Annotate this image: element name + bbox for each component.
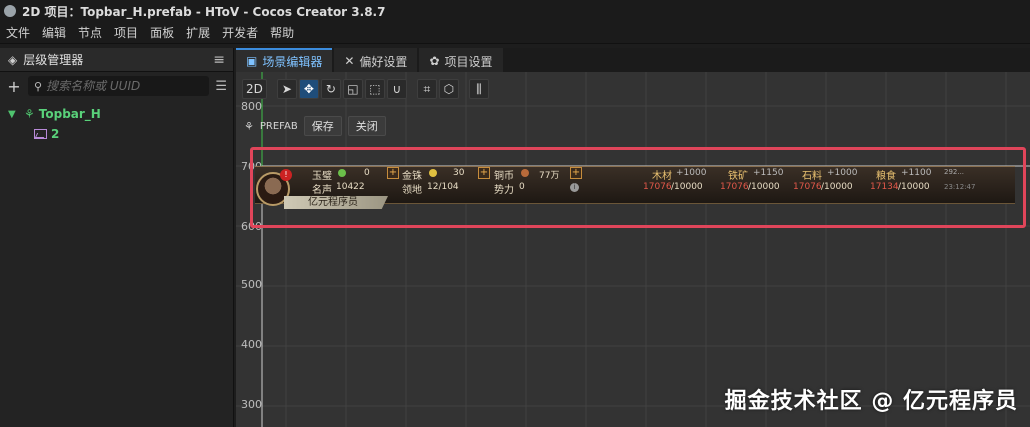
chevron-down-icon[interactable]: ▼ [8, 109, 20, 120]
tree-node-2[interactable]: 2 [0, 124, 233, 144]
add-node-icon[interactable]: + [6, 77, 22, 96]
tab-label: 偏好设置 [359, 54, 408, 69]
align-tool-icon[interactable]: ⫼ [468, 79, 489, 99]
ruler-label-500: 500 [241, 278, 262, 291]
scene-view[interactable]: 800 700 600 500 400 300 2D ➤ ✥ ↻ ◱ ⬚ ∪ ⌗… [236, 72, 1030, 427]
prefab-node-icon: ⚘ [24, 107, 35, 121]
tools-icon: ✕ [344, 54, 355, 68]
menu-bar: 文件 编辑 节点 项目 面板 扩展 开发者 帮助 [0, 22, 1030, 44]
menu-node[interactable]: 节点 [78, 24, 102, 41]
pivot-tool-icon[interactable]: ⌗ [416, 79, 437, 99]
hierarchy-panel: ◈ 层级管理器 ≡ + ⚲ ☰ ▼ ⚘ Topbar_H 2 [0, 48, 234, 427]
rect-tool-icon[interactable]: ⬚ [364, 79, 385, 99]
tree-node-topbar[interactable]: ▼ ⚘ Topbar_H [0, 104, 233, 124]
scale-tool-icon[interactable]: ◱ [342, 79, 363, 99]
search-icon: ⚲ [34, 79, 43, 93]
tab-label: 场景编辑器 [262, 54, 323, 69]
prefab-bar: ⚘ PREFAB 保存 关闭 [244, 116, 386, 136]
tab-label: 项目设置 [444, 54, 493, 69]
menu-developer[interactable]: 开发者 [222, 24, 258, 41]
tab-scene-editor[interactable]: ▣ 场景编辑器 [236, 48, 333, 72]
hierarchy-search-box[interactable]: ⚲ [28, 76, 210, 96]
highlight-box [250, 147, 1026, 228]
editor-tab-bar: ▣ 场景编辑器 ✕ 偏好设置 ✿ 项目设置 [236, 48, 1030, 72]
tree-node-label: Topbar_H [38, 107, 101, 121]
snap-tool-icon[interactable]: ∪ [386, 79, 407, 99]
move-tool-icon[interactable]: ✥ [298, 79, 319, 99]
menu-extension[interactable]: 扩展 [186, 24, 210, 41]
rotate-tool-icon[interactable]: ↻ [320, 79, 341, 99]
hierarchy-search-input[interactable] [46, 79, 187, 93]
tab-hierarchy[interactable]: ◈ 层级管理器 ≡ [0, 48, 233, 72]
tab-project-settings[interactable]: ✿ 项目设置 [419, 48, 503, 72]
menu-file[interactable]: 文件 [6, 24, 30, 41]
menu-panel[interactable]: 面板 [150, 24, 174, 41]
hierarchy-tab-label: 层级管理器 [23, 53, 84, 67]
prefab-icon: ⚘ [244, 119, 254, 133]
ruler-label-300: 300 [241, 398, 262, 411]
local-tool-icon[interactable]: ⬡ [438, 79, 459, 99]
panel-menu-icon[interactable]: ≡ [213, 52, 225, 68]
title-bar: 2D 项目：Topbar_H.prefab - HToV - Cocos Cre… [0, 0, 1030, 22]
prefab-label: PREFAB [259, 120, 298, 132]
sprite-node-icon [34, 129, 47, 139]
ruler-label-800: 800 [241, 100, 262, 113]
scene-icon: ▣ [246, 54, 258, 68]
tree-node-label: 2 [51, 127, 60, 141]
save-button[interactable]: 保存 [303, 116, 342, 136]
menu-help[interactable]: 帮助 [270, 24, 294, 41]
ruler-label-400: 400 [241, 338, 262, 351]
hierarchy-search-row: + ⚲ ☰ [0, 72, 233, 100]
window-title: 2D 项目：Topbar_H.prefab - HToV - Cocos Cre… [22, 4, 386, 19]
mode-2d-button[interactable]: 2D [242, 79, 267, 99]
menu-edit[interactable]: 编辑 [42, 24, 66, 41]
menu-project[interactable]: 项目 [114, 24, 138, 41]
close-button[interactable]: 关闭 [347, 116, 386, 136]
sort-icon[interactable]: ☰ [215, 79, 227, 94]
layers-icon: ◈ [8, 52, 18, 67]
watermark: 掘金技术社区 @ 亿元程序员 [724, 389, 1018, 414]
node-tree: ▼ ⚘ Topbar_H 2 [0, 100, 233, 144]
scene-toolbar: 2D ➤ ✥ ↻ ◱ ⬚ ∪ ⌗ ⬡ ⫼ [242, 78, 489, 100]
gear-icon: ✿ [429, 54, 440, 68]
select-tool-icon[interactable]: ➤ [276, 79, 297, 99]
tab-preferences[interactable]: ✕ 偏好设置 [334, 48, 418, 72]
cocos-logo-icon [4, 5, 16, 17]
